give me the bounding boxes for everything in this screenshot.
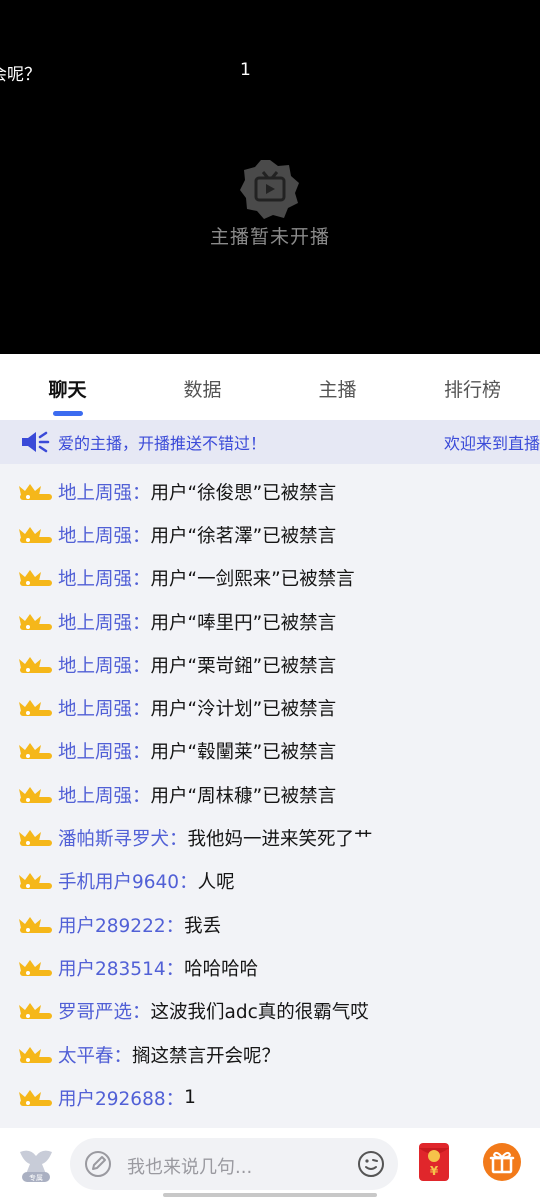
chat-message: 地上周强： 用户“栗岢鎺”已被禁言 [0,643,540,686]
chat-text: 用户“唪里円”已被禁言 [150,612,337,634]
active-tab-indicator [52,411,83,416]
announcement-text-next: 欢迎来到直播间 [444,434,540,453]
chat-message: 潘帕斯寻罗犬： 我他妈一进来笑死了艹 [0,816,540,859]
tab-label: 排行榜 [443,379,501,401]
crown-badge-icon [19,916,52,933]
tab-ranking[interactable]: 排行榜 [405,354,540,420]
chat-username[interactable]: 地上周强： [58,652,151,678]
emoji-icon[interactable] [356,1149,386,1179]
exclusive-logo-icon[interactable]: 专属 [16,1144,56,1184]
chat-username[interactable]: 手机用户9640： [58,868,198,894]
chat-message: 地上周强： 用户“毂闉莱”已被禁言 [0,730,540,773]
chat-message: 地上周强： 用户“周枺穅”已被禁言 [0,773,540,816]
chat-text: 用户“周枺穅”已被禁言 [150,785,337,807]
chat-username[interactable]: 地上周强： [58,609,151,635]
crown-badge-icon [19,1046,52,1063]
chat-username[interactable]: 地上周强： [58,479,151,505]
offline-text: 主播暂未开播 [209,226,330,248]
chat-username[interactable]: 地上周强： [58,738,151,764]
chat-input-placeholder: 我也来说几句... [127,1157,253,1178]
chat-username[interactable]: 太平春： [58,1042,132,1068]
chat-input[interactable]: 我也来说几句... [70,1138,398,1190]
offline-placeholder: 主播暂未开播 [0,158,540,249]
home-indicator[interactable] [163,1193,377,1197]
speaker-icon [22,431,50,453]
crown-badge-icon [19,1089,52,1106]
gift-icon[interactable] [482,1142,522,1182]
chat-text: 用户“毂闉莱”已被禁言 [150,742,337,764]
chat-message: 地上周强： 用户“徐茗澤”已被禁言 [0,513,540,556]
chat-text: 搁这禁言开会呢？ [132,1045,281,1067]
crown-badge-icon [19,526,52,543]
crown-badge-icon [19,483,52,500]
chat-message: 太平春： 搁这禁言开会呢？ [0,1033,540,1076]
chat-message: 罗哥严选： 这波我们adc真的很霸气哎 [0,990,540,1033]
logo-text: 专属 [29,1173,43,1182]
crown-badge-icon [19,786,52,803]
chat-username[interactable]: 用户292688： [58,1085,184,1111]
chat-message: 地上周强： 用户“一剑熙来”已被禁言 [0,557,540,600]
danmaku-text: 1 [240,60,251,80]
tab-label: 数据 [183,379,222,401]
chat-username[interactable]: 地上周强： [58,522,151,548]
chat-message: 地上周强： 用户“徐俊愳”已被禁言 [0,470,540,513]
announcement-text: 爱的主播，开播推送不错过！ [58,434,267,453]
crown-badge-icon [19,613,52,630]
chat-username[interactable]: 地上周强： [58,695,151,721]
crown-badge-icon [19,700,52,717]
chat-text: 1 [184,1087,196,1109]
crown-badge-icon [19,656,52,673]
tab-label: 聊天 [48,379,87,401]
bottom-bar: 专属 我也来说几句... ¥ [0,1128,540,1200]
chat-text: 用户“一剑熙来”已被禁言 [150,569,355,591]
chat-text: 人呢 [197,872,235,894]
video-player[interactable]: 会呢？ 1 主播暂未开播 [0,0,540,354]
crown-badge-icon [19,1003,52,1020]
chat-username[interactable]: 地上周强： [58,565,151,591]
chat-text: 这波我们adc真的很霸气哎 [150,1002,369,1024]
red-packet-icon[interactable]: ¥ [418,1142,450,1182]
chat-text: 用户“栗岢鎺”已被禁言 [150,655,337,677]
tab-data[interactable]: 数据 [135,354,270,420]
red-packet-symbol: ¥ [430,1164,439,1178]
chat-text: 哈哈哈哈 [184,958,259,980]
chat-text: 用户“泠计划”已被禁言 [150,699,337,721]
crown-badge-icon [19,873,52,890]
chat-message: 手机用户9640： 人呢 [0,860,540,903]
chat-username[interactable]: 潘帕斯寻罗犬： [58,825,188,851]
chat-message: 用户289222： 我丢 [0,903,540,946]
tab-label: 主播 [318,379,357,401]
chat-username[interactable]: 用户289222： [58,912,184,938]
chat-text: 我丢 [184,915,222,937]
chat-text: 我他妈一进来笑死了艹 [187,829,373,851]
tab-chat[interactable]: 聊天 [0,354,135,420]
tab-bar: 聊天 数据 主播 排行榜 [0,354,540,420]
chat-list[interactable]: 地上周强： 用户“徐俊愳”已被禁言 地上周强： 用户“徐茗澤”已被禁言 地上周强：用… [0,470,540,1130]
pen-icon [85,1151,111,1177]
chat-username[interactable]: 用户283514： [58,955,184,981]
crown-badge-icon [19,570,52,587]
tab-streamer[interactable]: 主播 [270,354,405,420]
crown-badge-icon [19,830,52,847]
crown-badge-icon [19,959,52,976]
chat-username[interactable]: 罗哥严选： [58,998,151,1024]
chat-message: 用户292688： 1 [0,1076,540,1119]
chat-message: 地上周强： 用户“泠计划”已被禁言 [0,686,540,729]
chat-message: 地上周强： 用户“唪里円”已被禁言 [0,600,540,643]
chat-text: 用户“徐俊愳”已被禁言 [150,482,337,504]
chat-username[interactable]: 地上周强： [58,782,151,808]
danmaku-text: 会呢？ [0,65,41,85]
tv-icon [240,160,299,219]
announcement-bar[interactable]: 爱的主播，开播推送不错过！ 欢迎来到直播间 [0,420,540,464]
chat-text: 用户“徐茗澤”已被禁言 [150,525,337,547]
chat-message: 用户283514： 哈哈哈哈 [0,946,540,989]
crown-badge-icon [19,743,52,760]
